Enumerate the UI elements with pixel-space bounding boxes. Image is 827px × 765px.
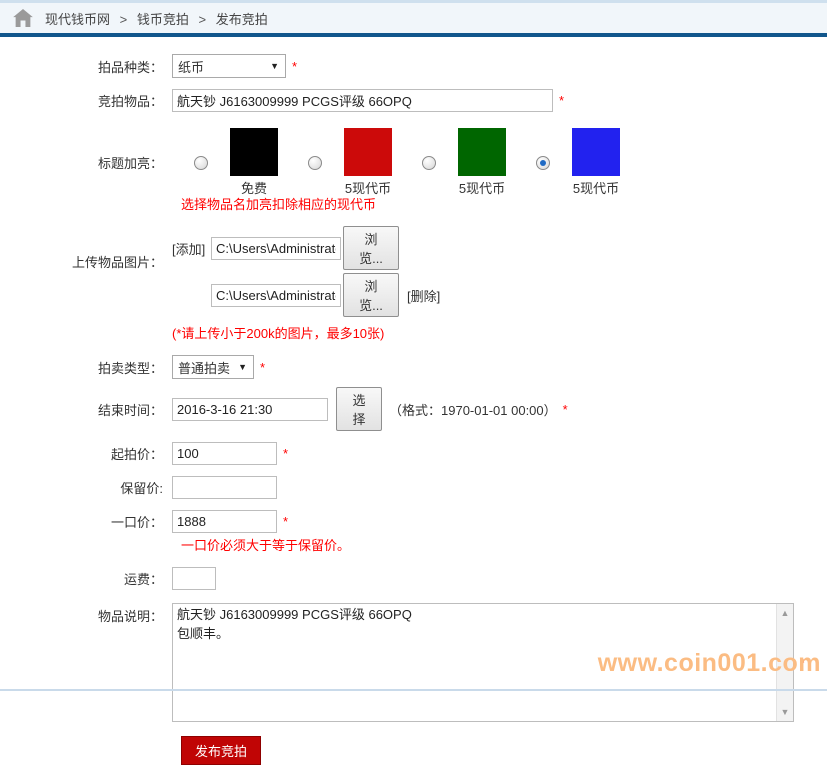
breadcrumb-bar: 现代钱币网 > 钱币竞拍 > 发布竞拍 xyxy=(0,0,827,37)
buyout-price-note: 一口价必须大于等于保留价。 xyxy=(181,535,827,554)
publish-auction-button[interactable]: 发布竞拍 xyxy=(181,736,261,765)
reserve-price-label: 保留价: xyxy=(0,478,172,497)
item-name-label: 竞拍物品： xyxy=(0,91,172,110)
description-textarea[interactable]: 航天钞 J6163009999 PCGS评级 66OPQ 包顺丰。 xyxy=(173,604,776,719)
auction-type-select[interactable]: 普通拍卖 ▼ xyxy=(172,355,254,379)
required-asterisk: * xyxy=(559,93,564,108)
highlight-label: 标题加亮： xyxy=(0,153,172,172)
shipping-label: 运费： xyxy=(0,569,172,588)
end-time-input[interactable] xyxy=(172,398,328,421)
highlight-color-swatch-blue[interactable] xyxy=(572,128,620,176)
highlight-color-swatch-red[interactable] xyxy=(344,128,392,176)
category-select[interactable]: 纸币 ▼ xyxy=(172,54,286,78)
reserve-price-input[interactable] xyxy=(172,476,277,499)
publish-auction-form: 拍品种类： 纸币 ▼ * 竞拍物品： * 标题加亮： 免费 xyxy=(0,37,827,765)
category-label: 拍品种类： xyxy=(0,57,172,76)
breadcrumb-auction-link[interactable]: 钱币竞拍 xyxy=(137,12,189,27)
breadcrumb-current: 发布竞拍 xyxy=(216,12,268,27)
end-time-label: 结束时间： xyxy=(0,400,172,419)
browse-button[interactable]: 浏览... xyxy=(343,273,399,317)
highlight-option-label: 5现代币 xyxy=(459,178,505,197)
scrollbar[interactable]: ▲ ▼ xyxy=(776,604,793,721)
delete-image-link[interactable]: [删除] xyxy=(407,286,440,305)
highlight-radio[interactable] xyxy=(536,156,550,170)
scroll-down-icon[interactable]: ▼ xyxy=(781,703,790,721)
file-path-input[interactable] xyxy=(211,284,341,307)
breadcrumb-separator: > xyxy=(199,12,207,27)
scroll-up-icon[interactable]: ▲ xyxy=(781,604,790,622)
browse-button[interactable]: 浏览... xyxy=(343,226,399,270)
upload-row: 浏览... [删除] xyxy=(172,273,440,317)
highlight-option-green[interactable]: 5现代币 xyxy=(422,128,506,197)
highlight-option-blue[interactable]: 5现代币 xyxy=(536,128,620,197)
upload-row: [添加] 浏览... xyxy=(172,226,440,270)
auction-type-label: 拍卖类型： xyxy=(0,358,172,377)
highlight-radio[interactable] xyxy=(308,156,322,170)
dropdown-arrow-icon: ▼ xyxy=(270,61,279,71)
breadcrumb-separator: > xyxy=(120,12,128,27)
shipping-input[interactable] xyxy=(172,567,216,590)
upload-label: 上传物品图片： xyxy=(0,226,172,271)
file-path-input[interactable] xyxy=(211,237,341,260)
required-asterisk: * xyxy=(563,402,568,417)
add-image-link[interactable]: [添加] xyxy=(172,239,211,258)
highlight-color-swatch-green[interactable] xyxy=(458,128,506,176)
buyout-price-input[interactable] xyxy=(172,510,277,533)
start-price-label: 起拍价： xyxy=(0,444,172,463)
start-price-input[interactable] xyxy=(172,442,277,465)
time-format-hint: （格式：1970-01-01 00:00） xyxy=(389,400,557,419)
description-label: 物品说明： xyxy=(0,603,172,625)
required-asterisk: * xyxy=(260,360,265,375)
choose-time-button[interactable]: 选择 xyxy=(336,387,382,431)
category-selected-value: 纸币 xyxy=(178,57,204,76)
item-name-input[interactable] xyxy=(172,89,553,112)
highlight-options: 免费 5现代币 5现代币 5 xyxy=(194,128,620,197)
highlight-option-free[interactable]: 免费 xyxy=(194,128,278,197)
breadcrumb: 现代钱币网 > 钱币竞拍 > 发布竞拍 xyxy=(45,9,268,28)
highlight-option-label: 5现代币 xyxy=(573,178,619,197)
description-textarea-wrap: 航天钞 J6163009999 PCGS评级 66OPQ 包顺丰。 ▲ ▼ xyxy=(172,603,794,722)
home-icon[interactable] xyxy=(13,9,33,27)
upload-note: (*请上传小于200k的图片，最多10张) xyxy=(172,323,440,342)
required-asterisk: * xyxy=(800,655,805,670)
dropdown-arrow-icon: ▼ xyxy=(238,362,247,372)
required-asterisk: * xyxy=(283,514,288,529)
auction-type-selected-value: 普通拍卖 xyxy=(178,358,230,377)
required-asterisk: * xyxy=(292,59,297,74)
highlight-option-red[interactable]: 5现代币 xyxy=(308,128,392,197)
buyout-price-label: 一口价： xyxy=(0,512,172,531)
breadcrumb-home-link[interactable]: 现代钱币网 xyxy=(45,12,110,27)
required-asterisk: * xyxy=(283,446,288,461)
highlight-color-swatch-black[interactable] xyxy=(230,128,278,176)
highlight-radio[interactable] xyxy=(194,156,208,170)
highlight-radio[interactable] xyxy=(422,156,436,170)
